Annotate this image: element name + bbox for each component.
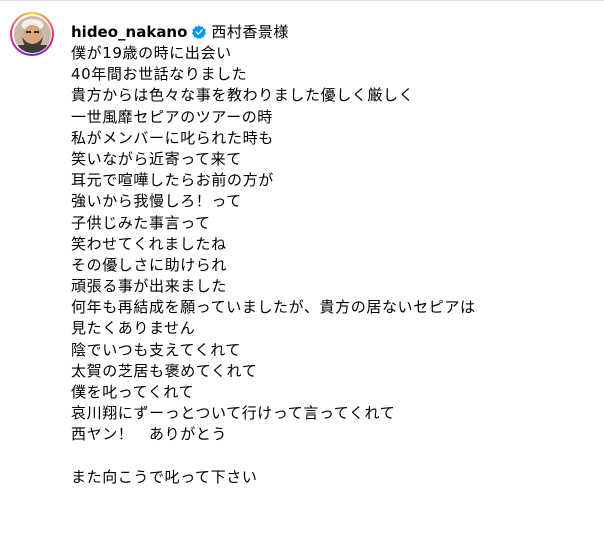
caption-line: 僕を叱ってくれて: [71, 383, 195, 401]
username-link[interactable]: hideo_nakano: [71, 22, 187, 42]
caption-line: 見たくありません: [71, 319, 196, 338]
caption-line: 太賀の芝居も褒めてくれて: [71, 361, 258, 380]
avatar[interactable]: [13, 15, 51, 53]
instagram-post-caption: hideo_nakano 西村香景様 僕が19歳の時に出会い 40年間お世話なりま…: [0, 0, 604, 539]
caption-line: 笑わせてくれましたね: [71, 234, 227, 253]
verified-badge-icon: [192, 25, 207, 39]
caption-line: 強いから我慢しろ！って: [71, 192, 242, 211]
avatar-image-icon: [13, 15, 51, 53]
story-ring[interactable]: [10, 12, 54, 56]
caption-first-line: 西村香景様: [211, 23, 289, 41]
caption-line: 僕が19歳の時に出会い: [71, 44, 232, 62]
caption-line: 耳元で喧嘩したらお前の方が: [71, 171, 274, 190]
caption-line: 私がメンバーに叱られた時も: [71, 128, 274, 147]
caption-line: 貴方からは色々な事を教わりました優しく厳しく: [71, 86, 415, 105]
caption-line: 何年も再結成を願っていましたが、貴方の居ないセピアは: [71, 298, 476, 317]
caption-line: また向こうで叱って下さい: [71, 467, 258, 486]
caption-line: 哀川翔にずーっとついて行けって言ってくれて: [71, 404, 396, 423]
top-divider: [0, 0, 604, 1]
caption-block: hideo_nakano 西村香景様 僕が19歳の時に出会い 40年間お世話なりま…: [71, 22, 594, 488]
caption-line: 西ヤン！ ありがとう: [71, 425, 228, 444]
caption-header: hideo_nakano 西村香景様: [71, 22, 594, 42]
caption-line: 子供じみた事言って: [71, 213, 211, 232]
caption-line: 一世風靡セピアのツアーの時: [71, 107, 273, 126]
caption-line: 陰でいつも支えてくれて: [71, 340, 241, 359]
caption-line: 笑いながら近寄って来て: [71, 149, 242, 168]
caption-line: 40年間お世話なりました: [71, 65, 248, 84]
caption-line: その優しさに助けられ: [71, 255, 228, 274]
caption-text: 僕が19歳の時に出会い 40年間お世話なりました貴方からは色々な事を教わりました優…: [71, 43, 594, 488]
caption-line: 頑張る事が出来ました: [71, 277, 228, 296]
